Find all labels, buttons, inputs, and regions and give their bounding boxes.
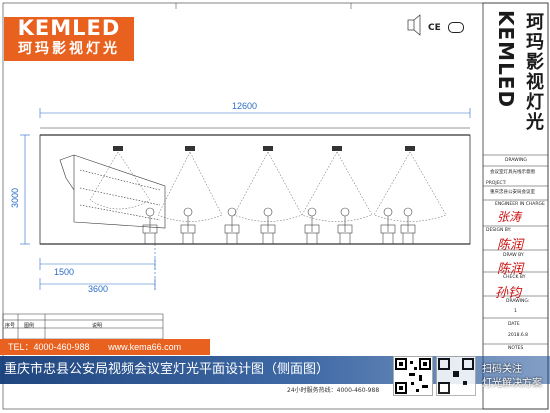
tb-engineer-signature: 张涛 xyxy=(497,210,522,224)
tb-checked-label: CHECK BY xyxy=(503,275,526,280)
kemled-logo: KEMLED 珂玛影视灯光 xyxy=(4,17,134,61)
dimension-offset-2: 3600 xyxy=(88,284,109,294)
tb-project-label: PROJECT: xyxy=(486,181,507,186)
vertical-logo-cn: 珂玛影视灯光 xyxy=(523,12,544,132)
tb-drawing-no: 1 xyxy=(514,309,517,314)
tb-drawing-label: DRAWING xyxy=(505,158,527,163)
logo-text-en: KEMLED xyxy=(17,16,121,40)
drawing-caption: 重庆市忠县公安局视频会议室灯光平面设计图（侧面图） xyxy=(4,362,330,377)
rohs-mark xyxy=(447,22,464,33)
tb-drawing-value: 会议室灯具光线示意图 xyxy=(490,170,535,175)
logo-text-cn: 珂玛影视灯光 xyxy=(18,41,120,57)
ce-mark: CE xyxy=(428,23,441,33)
tb-drawing-no-label: DRAWING: xyxy=(506,299,530,304)
tb-date-value: 2018.6.8 xyxy=(508,333,529,338)
cert-marks: CE xyxy=(428,22,464,33)
vertical-logo-en: KEMLED xyxy=(494,10,518,109)
qr-code-icon xyxy=(393,356,433,396)
qr-code-icon xyxy=(436,356,476,396)
room-section xyxy=(39,127,471,245)
tb-design-signature: 陈润 xyxy=(497,238,524,253)
speaker-glyph xyxy=(407,14,421,36)
dimension-height: 3000 xyxy=(10,187,20,208)
contact-tel: TEL：4000-460-988 xyxy=(8,342,90,352)
tb-engineer-label: ENGINEER IN CHARGE xyxy=(495,202,545,207)
dimension-offset-1: 1500 xyxy=(54,267,75,277)
revision-header-index: 序号 xyxy=(5,323,16,329)
light-beams xyxy=(89,151,447,222)
contact-banner: TEL：4000-460-988 www.kema66.com xyxy=(0,339,210,355)
tb-notes-label: NOTES xyxy=(508,346,524,351)
people-and-chairs xyxy=(142,207,416,244)
contact-website[interactable]: www.kema66.com xyxy=(108,342,181,352)
revision-header-legend: 图例 xyxy=(24,323,35,329)
scan-label-follow: 扫码关注 xyxy=(482,364,522,375)
screen-wall xyxy=(59,154,166,229)
dimension-total-width: 12600 xyxy=(232,101,258,111)
service-hotline: 24小时服务热线：4000-460-988 xyxy=(287,387,380,394)
light-fixtures xyxy=(113,146,415,151)
tb-project-value: 重庆忠县公安局会议室 xyxy=(490,190,535,195)
scan-label-solution: 灯光解决方案 xyxy=(482,378,542,389)
tb-date-label: DATE xyxy=(508,322,520,327)
tb-design-label: DESIGN BY: xyxy=(486,228,512,233)
revision-header-notes: 说明 xyxy=(92,323,103,329)
